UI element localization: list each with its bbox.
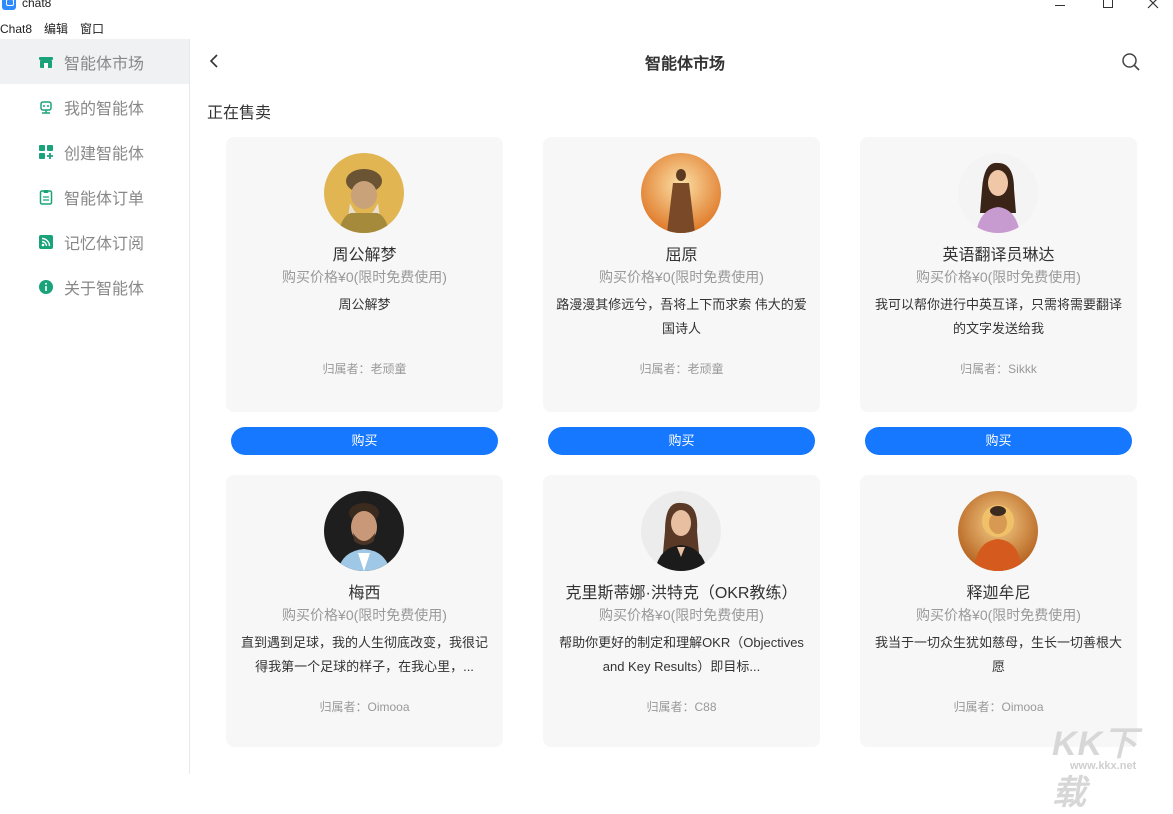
buy-button[interactable]: 购买 [231, 427, 498, 455]
agent-description: 我可以帮你进行中英互译，只需将需要翻译的文字发送给我 [874, 297, 1122, 336]
section-title: 正在售卖 [207, 105, 272, 122]
sidebar: 智能体市场 我的智能体 创建智能体 智能体订单 记忆体订阅 关于智能体 [0, 39, 190, 774]
menu-chat8[interactable]: Chat8 [0, 20, 32, 38]
sidebar-item-my-agents[interactable]: 我的智能体 [0, 84, 189, 129]
watermark: KK下载 www.kkx.net [1052, 716, 1172, 812]
sidebar-item-label: 关于智能体 [64, 280, 145, 298]
sidebar-item-memory-subscription[interactable]: 记忆体订阅 [0, 219, 189, 264]
clipboard-icon [38, 189, 54, 205]
search-icon [1122, 53, 1140, 71]
avatar [958, 491, 1038, 571]
agent-owner: 归属者：Oimooa [953, 700, 1044, 714]
agent-name: 梅西 [348, 585, 381, 602]
agent-card[interactable]: 英语翻译员琳达 购买价格¥0(限时免费使用) 我可以帮你进行中英互译，只需将需要… [860, 137, 1137, 412]
sidebar-item-label: 创建智能体 [64, 145, 145, 163]
agent-price: 购买价格¥0(限时免费使用) [282, 607, 447, 623]
store-icon [38, 54, 54, 70]
close-icon [1147, 0, 1159, 9]
menu-bar: Chat8 编辑 窗口 [0, 20, 116, 38]
title-bar: chat8 [0, 0, 1173, 14]
close-button[interactable] [1133, 0, 1173, 12]
minimize-button[interactable] [1040, 0, 1080, 12]
sidebar-item-label: 我的智能体 [64, 100, 145, 118]
menu-edit[interactable]: 编辑 [44, 20, 68, 38]
agent-card[interactable]: 克里斯蒂娜·洪特克（OKR教练） 购买价格¥0(限时免费使用) 帮助你更好的制定… [543, 475, 820, 747]
sidebar-item-label: 智能体订单 [64, 190, 145, 208]
agent-price: 购买价格¥0(限时免费使用) [282, 269, 447, 285]
agent-owner: 归属者：老顽童 [639, 362, 724, 376]
agent-description: 帮助你更好的制定和理解OKR（Objectives and Key Result… [559, 635, 804, 674]
agent-description: 周公解梦 [338, 297, 391, 312]
sidebar-item-market[interactable]: 智能体市场 [0, 39, 189, 84]
info-icon [38, 279, 54, 295]
avatar [324, 153, 404, 233]
agent-owner: 归属者：老顽童 [322, 362, 407, 376]
agent-price: 购买价格¥0(限时免费使用) [599, 269, 764, 285]
maximize-icon [1103, 0, 1113, 8]
page-title: 智能体市场 [644, 56, 725, 73]
sidebar-item-orders[interactable]: 智能体订单 [0, 174, 189, 219]
sidebar-item-create-agent[interactable]: 创建智能体 [0, 129, 189, 174]
agent-name: 屈原 [665, 247, 698, 264]
avatar [641, 491, 721, 571]
agent-name: 英语翻译员琳达 [942, 247, 1055, 264]
agent-name: 克里斯蒂娜·洪特克（OKR教练） [565, 585, 798, 602]
menu-window[interactable]: 窗口 [80, 20, 104, 38]
sidebar-item-label: 记忆体订阅 [64, 235, 145, 253]
agent-name: 周公解梦 [332, 247, 397, 264]
agent-card[interactable]: 屈原 购买价格¥0(限时免费使用) 路漫漫其修远兮，吾将上下而求索 伟大的爱国诗… [543, 137, 820, 412]
avatar [641, 153, 721, 233]
agent-name: 释迦牟尼 [966, 585, 1031, 602]
agent-card[interactable]: 释迦牟尼 购买价格¥0(限时免费使用) 我当于一切众生犹如慈母，生长一切善根大愿… [860, 475, 1137, 747]
agent-card[interactable]: 周公解梦 购买价格¥0(限时免费使用) 周公解梦 归属者：老顽童 [226, 137, 503, 412]
window-title: chat8 [22, 0, 52, 10]
app-icon [2, 0, 16, 10]
watermark-url: www.kkx.net [1070, 760, 1137, 772]
rss-icon [38, 234, 54, 250]
minimize-icon [1055, 4, 1065, 6]
agent-card[interactable]: 梅西 购买价格¥0(限时免费使用) 直到遇到足球，我的人生彻底改变，我很记得我第… [226, 475, 503, 747]
maximize-button[interactable] [1088, 0, 1128, 12]
agent-owner: 归属者：Oimooa [319, 700, 410, 714]
agent-owner: 归属者：C88 [646, 700, 717, 714]
agent-price: 购买价格¥0(限时免费使用) [916, 607, 1081, 623]
agent-description: 直到遇到足球，我的人生彻底改变，我很记得我第一个足球的样子，在我心里，... [240, 635, 488, 674]
chevron-left-icon [209, 54, 218, 68]
agent-description: 路漫漫其修远兮，吾将上下而求索 伟大的爱国诗人 [556, 297, 807, 336]
avatar [324, 491, 404, 571]
agent-owner: 归属者：Sikkk [960, 362, 1037, 376]
grid-plus-icon [38, 144, 54, 160]
buy-button[interactable]: 购买 [548, 427, 815, 455]
agent-price: 购买价格¥0(限时免费使用) [599, 607, 764, 623]
agent-description: 我当于一切众生犹如慈母，生长一切善根大愿 [874, 635, 1122, 674]
search-button[interactable] [1120, 51, 1142, 73]
avatar [958, 153, 1038, 233]
sidebar-item-label: 智能体市场 [64, 55, 145, 73]
sidebar-item-about[interactable]: 关于智能体 [0, 264, 189, 309]
robot-icon [38, 99, 54, 115]
back-button[interactable] [205, 51, 225, 71]
agent-price: 购买价格¥0(限时免费使用) [916, 269, 1081, 285]
buy-button[interactable]: 购买 [865, 427, 1132, 455]
